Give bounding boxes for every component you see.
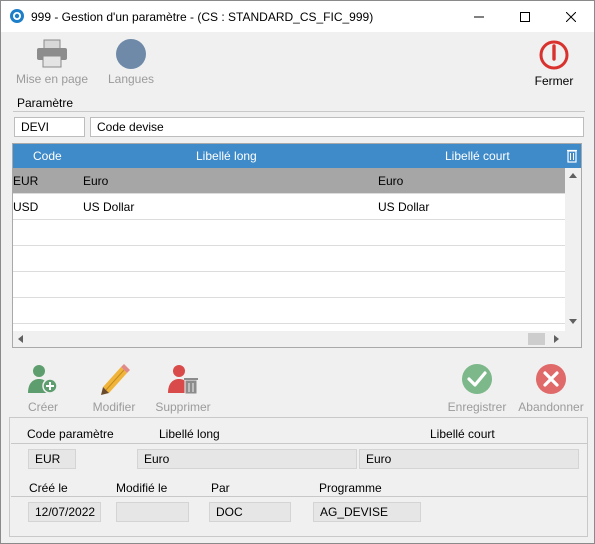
pencil-icon <box>101 364 130 395</box>
close-icon <box>566 11 576 22</box>
save-button[interactable]: Enregistrer <box>443 363 511 414</box>
by-field: DOC <box>209 502 291 522</box>
edit-label: Modifier <box>92 400 136 414</box>
edit-button[interactable]: Modifier <box>85 363 143 414</box>
code-param-field: EUR <box>28 449 76 469</box>
scroll-right-icon[interactable] <box>554 335 559 343</box>
table-header: Code Libellé long Libellé court <box>13 144 581 168</box>
parameter-code-field[interactable]: DEVI <box>14 117 85 137</box>
parameter-section-label: Paramètre <box>17 96 74 110</box>
scrollbar-corner <box>565 331 581 347</box>
modified-label: Modifié le <box>116 481 168 495</box>
maximize-icon <box>520 11 530 22</box>
create-button[interactable]: Créer <box>21 363 65 414</box>
languages-button[interactable]: Langues <box>101 39 161 86</box>
delete-button[interactable]: Supprimer <box>151 363 215 414</box>
detail-panel: Code paramètre Libellé long Libellé cour… <box>9 417 588 537</box>
horizontal-scrollbar[interactable] <box>13 331 565 347</box>
column-chooser-icon[interactable] <box>566 149 578 163</box>
short-label-field: Euro <box>359 449 579 469</box>
parameter-label-field[interactable]: Code devise <box>90 117 584 137</box>
window-title: 999 - Gestion d'un paramètre - (CS : STA… <box>31 10 374 24</box>
created-field: 12/07/2022 <box>28 502 101 522</box>
empty-row <box>13 272 565 298</box>
empty-row <box>13 220 565 246</box>
cell-code: EUR <box>13 174 39 188</box>
checkmark-icon <box>462 364 492 394</box>
modified-field <box>116 502 189 522</box>
cancel-icon <box>536 364 566 394</box>
page-setup-label: Mise en page <box>15 72 89 86</box>
scroll-up-icon[interactable] <box>569 173 577 178</box>
currency-table: Code Libellé long Libellé court EUR Euro… <box>12 143 582 348</box>
printer-icon <box>37 39 67 68</box>
column-header-short-label[interactable]: Libellé court <box>445 149 510 163</box>
close-button[interactable]: Fermer <box>527 39 581 88</box>
long-label-field: Euro <box>137 449 357 469</box>
application-window: 999 - Gestion d'un paramètre - (CS : STA… <box>0 0 595 544</box>
title-bar: 999 - Gestion d'un paramètre - (CS : STA… <box>1 1 594 32</box>
cell-long-label: US Dollar <box>83 200 135 214</box>
close-label: Fermer <box>534 74 574 88</box>
cancel-button[interactable]: Abandonner <box>515 363 587 414</box>
table-row[interactable]: USD US Dollar US Dollar <box>13 194 565 220</box>
page-setup-button[interactable]: Mise en page <box>11 39 93 86</box>
delete-label: Supprimer <box>155 400 211 414</box>
app-icon <box>10 9 24 23</box>
create-label: Créer <box>27 400 58 414</box>
detail-divider <box>11 496 587 497</box>
created-label: Créé le <box>29 481 68 495</box>
languages-label: Langues <box>107 72 155 86</box>
cell-short-label: Euro <box>378 174 404 188</box>
power-icon <box>539 40 569 70</box>
long-label-label: Libellé long <box>159 427 220 441</box>
program-label: Programme <box>319 481 382 495</box>
add-user-icon <box>28 365 58 394</box>
minimize-button[interactable] <box>456 1 502 32</box>
empty-row <box>13 246 565 272</box>
column-header-long-label[interactable]: Libellé long <box>196 149 257 163</box>
detail-divider <box>11 443 587 444</box>
empty-row <box>13 298 565 324</box>
column-header-code[interactable]: Code <box>33 149 62 163</box>
table-row[interactable]: EUR Euro Euro <box>13 168 565 194</box>
languages-icon <box>116 39 146 69</box>
scroll-left-icon[interactable] <box>18 335 23 343</box>
cell-long-label: Euro <box>83 174 109 188</box>
by-label: Par <box>211 481 230 495</box>
short-label-label: Libellé court <box>430 427 495 441</box>
program-field: AG_DEVISE <box>313 502 421 522</box>
cell-code: USD <box>13 200 39 214</box>
horizontal-scroll-thumb[interactable] <box>528 333 545 345</box>
scroll-down-icon[interactable] <box>569 319 577 324</box>
section-divider <box>13 111 585 112</box>
vertical-scrollbar[interactable] <box>565 168 581 331</box>
minimize-icon <box>474 16 484 17</box>
maximize-button[interactable] <box>502 1 548 32</box>
cell-short-label: US Dollar <box>378 200 430 214</box>
cancel-label: Abandonner <box>518 400 584 414</box>
delete-user-icon <box>168 365 198 395</box>
save-label: Enregistrer <box>447 400 507 414</box>
close-window-button[interactable] <box>548 1 594 32</box>
code-param-label: Code paramètre <box>27 427 114 441</box>
